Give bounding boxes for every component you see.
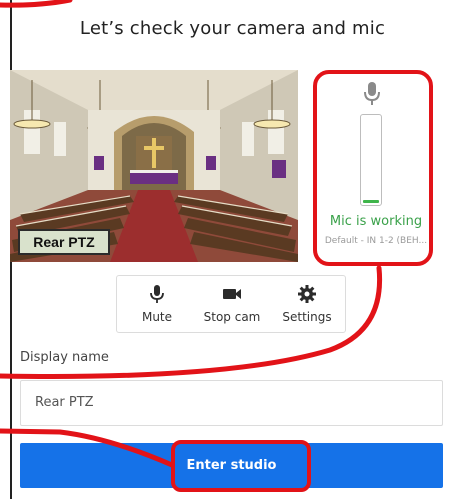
microphone-icon: [147, 284, 167, 304]
display-name-input[interactable]: Rear PTZ: [20, 380, 443, 426]
dialog-title: Let’s check your camera and mic: [79, 18, 386, 39]
gear-icon: [297, 284, 317, 304]
stop-cam-button[interactable]: Stop cam: [194, 276, 270, 334]
mute-button[interactable]: Mute: [119, 276, 195, 334]
settings-button[interactable]: Settings: [269, 276, 345, 334]
stop-cam-label: Stop cam: [203, 310, 261, 324]
display-name-label: Display name: [20, 350, 109, 365]
enter-studio-annotation-outline: [171, 440, 311, 492]
settings-label: Settings: [282, 310, 332, 324]
camera-name-label: Rear PTZ: [18, 229, 110, 255]
mute-label: Mute: [141, 310, 173, 324]
video-camera-icon: [222, 284, 242, 304]
media-controls-bar: Mute Stop cam Settings: [116, 275, 346, 333]
mic-annotation-outline: [313, 70, 433, 266]
